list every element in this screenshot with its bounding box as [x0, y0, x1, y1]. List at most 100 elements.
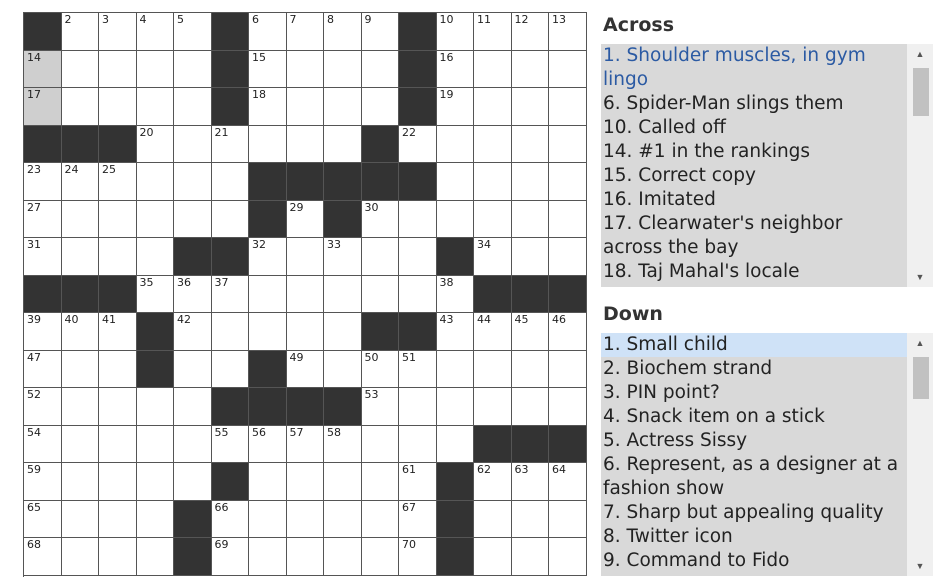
across-clue[interactable]: 17. Clearwater's neighbor across the bay: [601, 212, 907, 260]
grid-cell[interactable]: [61, 350, 99, 388]
scrollbar-thumb[interactable]: [913, 357, 929, 399]
grid-cell[interactable]: [136, 463, 174, 501]
grid-cell[interactable]: [549, 388, 587, 426]
grid-cell[interactable]: [474, 125, 512, 163]
grid-cell[interactable]: [399, 425, 437, 463]
grid-cell[interactable]: [511, 163, 549, 201]
grid-cell[interactable]: [324, 88, 362, 126]
grid-cell[interactable]: [286, 463, 324, 501]
down-scrollbar[interactable]: ▲ ▼: [907, 333, 933, 576]
grid-cell[interactable]: [136, 200, 174, 238]
grid-cell[interactable]: 61: [399, 463, 437, 501]
down-clue[interactable]: 8. Twitter icon: [601, 525, 907, 549]
grid-cell[interactable]: [136, 50, 174, 88]
grid-cell[interactable]: 16: [436, 50, 474, 88]
grid-cell[interactable]: [99, 50, 137, 88]
grid-cell[interactable]: [549, 538, 587, 576]
grid-cell[interactable]: [324, 50, 362, 88]
grid-cell[interactable]: 25: [99, 163, 137, 201]
grid-cell[interactable]: 49: [286, 350, 324, 388]
grid-cell[interactable]: [436, 200, 474, 238]
grid-cell[interactable]: [136, 538, 174, 576]
grid-cell[interactable]: [361, 463, 399, 501]
grid-cell[interactable]: 3: [99, 13, 137, 51]
grid-cell[interactable]: [211, 163, 249, 201]
grid-cell[interactable]: [474, 50, 512, 88]
grid-cell[interactable]: 40: [61, 313, 99, 351]
grid-cell[interactable]: [136, 388, 174, 426]
grid-cell[interactable]: [511, 538, 549, 576]
grid-cell[interactable]: [474, 350, 512, 388]
grid-cell[interactable]: 30: [361, 200, 399, 238]
grid-cell[interactable]: [324, 313, 362, 351]
grid-cell[interactable]: 52: [24, 388, 62, 426]
grid-cell[interactable]: [249, 538, 287, 576]
grid-cell[interactable]: 65: [24, 500, 62, 538]
grid-cell[interactable]: 9: [361, 13, 399, 51]
down-clue[interactable]: 2. Biochem strand: [601, 357, 907, 381]
grid-cell[interactable]: 57: [286, 425, 324, 463]
grid-cell[interactable]: [286, 313, 324, 351]
grid-cell[interactable]: 70: [399, 538, 437, 576]
grid-cell[interactable]: [61, 538, 99, 576]
grid-cell[interactable]: [61, 50, 99, 88]
across-clue[interactable]: 6. Spider-Man slings them: [601, 92, 907, 116]
grid-cell[interactable]: [174, 125, 212, 163]
grid-cell[interactable]: 50: [361, 350, 399, 388]
grid-cell[interactable]: 19: [436, 88, 474, 126]
grid-cell[interactable]: [361, 50, 399, 88]
grid-cell[interactable]: 7: [286, 13, 324, 51]
grid-cell[interactable]: [99, 238, 137, 276]
grid-cell[interactable]: [99, 88, 137, 126]
grid-cell[interactable]: [324, 538, 362, 576]
grid-cell[interactable]: [436, 125, 474, 163]
grid-cell[interactable]: 36: [174, 275, 212, 313]
grid-cell[interactable]: [361, 88, 399, 126]
grid-cell[interactable]: [136, 163, 174, 201]
across-scrollbar[interactable]: ▲ ▼: [907, 44, 933, 287]
grid-cell[interactable]: [436, 388, 474, 426]
grid-cell[interactable]: [286, 125, 324, 163]
grid-cell[interactable]: 2: [61, 13, 99, 51]
grid-cell[interactable]: [211, 200, 249, 238]
grid-cell[interactable]: [61, 500, 99, 538]
grid-cell[interactable]: 37: [211, 275, 249, 313]
grid-cell[interactable]: 20: [136, 125, 174, 163]
grid-cell[interactable]: [61, 388, 99, 426]
grid-cell[interactable]: [99, 500, 137, 538]
grid-cell[interactable]: [474, 88, 512, 126]
grid-cell[interactable]: 22: [399, 125, 437, 163]
grid-cell[interactable]: 5: [174, 13, 212, 51]
grid-cell[interactable]: 23: [24, 163, 62, 201]
grid-cell[interactable]: [174, 200, 212, 238]
grid-cell[interactable]: 32: [249, 238, 287, 276]
grid-cell[interactable]: [324, 350, 362, 388]
down-clue[interactable]: 3. PIN point?: [601, 381, 907, 405]
grid-cell[interactable]: [286, 50, 324, 88]
grid-cell[interactable]: [249, 275, 287, 313]
down-clue[interactable]: 1. Small child: [601, 333, 907, 357]
down-clue[interactable]: 4. Snack item on a stick: [601, 405, 907, 429]
across-clue[interactable]: 1. Shoulder muscles, in gym lingo: [601, 44, 907, 92]
grid-cell[interactable]: [511, 238, 549, 276]
grid-cell[interactable]: [136, 500, 174, 538]
grid-cell[interactable]: [511, 50, 549, 88]
grid-cell[interactable]: [99, 388, 137, 426]
grid-cell[interactable]: 43: [436, 313, 474, 351]
grid-cell[interactable]: [174, 388, 212, 426]
grid-cell[interactable]: [549, 88, 587, 126]
grid-cell[interactable]: [99, 538, 137, 576]
grid-cell[interactable]: [286, 88, 324, 126]
grid-cell[interactable]: 63: [511, 463, 549, 501]
grid-cell[interactable]: 18: [249, 88, 287, 126]
grid-cell[interactable]: [286, 500, 324, 538]
grid-cell[interactable]: [324, 125, 362, 163]
grid-cell[interactable]: 42: [174, 313, 212, 351]
grid-cell[interactable]: [361, 538, 399, 576]
grid-cell[interactable]: [99, 425, 137, 463]
across-clue[interactable]: 15. Correct copy: [601, 164, 907, 188]
grid-cell[interactable]: 15: [249, 50, 287, 88]
grid-cell[interactable]: [61, 463, 99, 501]
scroll-up-arrow-icon[interactable]: ▲: [907, 333, 933, 353]
across-clue[interactable]: 10. Called off: [601, 116, 907, 140]
